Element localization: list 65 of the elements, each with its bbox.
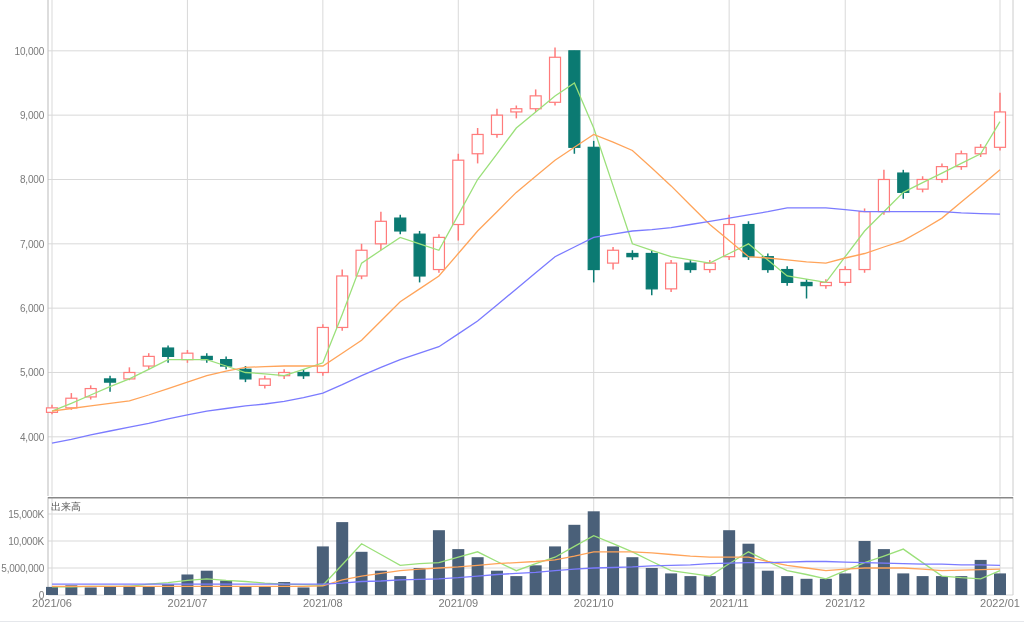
candlestick xyxy=(374,210,387,251)
candlestick xyxy=(800,278,813,300)
candlestick xyxy=(65,392,78,411)
candlestick xyxy=(858,207,871,274)
candlestick xyxy=(626,249,639,261)
candlestick xyxy=(278,368,291,380)
axis-label: 2021/08 xyxy=(302,597,343,609)
axis-label: 6,000 xyxy=(19,303,44,315)
candlestick xyxy=(684,259,697,274)
axis-label: 10,000K xyxy=(8,536,44,547)
candlestick xyxy=(877,169,890,216)
candlestick xyxy=(336,268,349,332)
axis-label: 7,000 xyxy=(19,238,44,250)
candlestick xyxy=(742,220,755,261)
candlestick xyxy=(723,214,736,261)
candlestick xyxy=(220,355,233,370)
axis-label: 9,000 xyxy=(19,110,44,122)
candlestick xyxy=(665,259,678,293)
candlestick xyxy=(510,104,523,120)
candlestick xyxy=(297,368,310,380)
candlestick xyxy=(974,143,987,158)
candlestick xyxy=(103,374,117,393)
axis-label: 10,000 xyxy=(14,45,44,57)
candlestick xyxy=(955,149,968,171)
candlestick xyxy=(200,352,213,364)
candlestick xyxy=(471,127,484,165)
candlestick xyxy=(529,88,542,113)
candlestick xyxy=(84,384,97,401)
candlestick xyxy=(935,162,949,184)
candlestick xyxy=(606,246,620,271)
candlestick xyxy=(645,249,658,297)
candlestick xyxy=(258,374,271,390)
candlestick xyxy=(413,230,426,284)
candlestick xyxy=(819,278,832,290)
candlestick xyxy=(123,366,136,381)
candlestick xyxy=(703,259,716,274)
candlestick xyxy=(781,265,794,287)
axis-label: 2021/07 xyxy=(167,597,208,609)
candlestick xyxy=(897,169,910,200)
candlestick xyxy=(916,175,929,194)
axis-label: 2021/10 xyxy=(573,597,614,609)
axis-label: 15,000K xyxy=(8,509,44,520)
candlestick xyxy=(761,252,774,274)
axis-label: 2021/12 xyxy=(825,597,866,609)
axis-label: 2021/11 xyxy=(709,597,749,609)
candlestick xyxy=(490,107,504,139)
candlestick xyxy=(239,365,252,383)
panel-label: 出来高 xyxy=(51,501,81,512)
candlestick xyxy=(548,46,562,107)
candlestick xyxy=(181,349,194,364)
candlestick xyxy=(839,265,852,287)
axis-label: 4,000 xyxy=(19,431,44,443)
candlestick xyxy=(162,344,175,364)
candlestick xyxy=(394,214,407,235)
candlestick xyxy=(993,91,1007,152)
candlestick xyxy=(316,323,329,377)
axis-label: 5,000 xyxy=(19,367,44,379)
candlestick xyxy=(355,243,368,280)
axis-label: 2021/09 xyxy=(438,597,479,609)
candlestick xyxy=(432,233,446,274)
axis-label: 8,000 xyxy=(19,174,44,186)
candlestick xyxy=(142,352,155,370)
axis-label: 5,000,000 xyxy=(1,563,44,574)
candlestick xyxy=(45,403,59,416)
axis-label: 2022/01 xyxy=(980,597,1020,609)
